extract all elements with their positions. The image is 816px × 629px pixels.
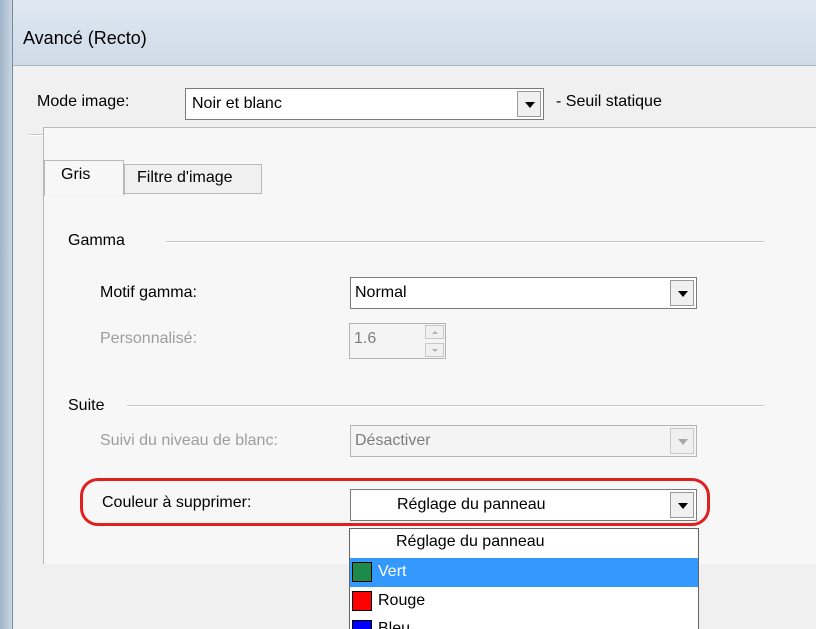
list-item[interactable]: Réglage du panneau	[350, 529, 698, 558]
gamma-pattern-dropdown-button[interactable]	[670, 280, 694, 306]
white-level-dropdown-button[interactable]	[670, 428, 694, 454]
tab-filtre-image[interactable]: Filtre d'image	[124, 164, 262, 194]
chevron-down-icon	[678, 439, 688, 445]
custom-gamma-spinner[interactable]: 1.6	[349, 323, 446, 359]
gamma-pattern-label: Motif gamma:	[100, 284, 197, 301]
gamma-section-label: Gamma	[68, 232, 125, 249]
suite-section-label: Suite	[68, 397, 105, 414]
arrow-up-icon	[432, 331, 438, 334]
list-item-label: Bleu	[378, 620, 411, 629]
color-swatch	[352, 562, 372, 582]
image-mode-label: Mode image:	[37, 93, 130, 110]
gamma-divider	[166, 241, 764, 243]
title-bar[interactable]: Avancé (Recto)	[13, 0, 816, 66]
color-swatch	[352, 591, 372, 611]
white-level-label: Suivi du niveau de blanc:	[100, 432, 278, 449]
chevron-down-icon	[525, 102, 535, 108]
arrow-down-icon	[432, 349, 438, 352]
highlight-ring	[80, 478, 710, 526]
list-item[interactable]: Vert	[350, 558, 698, 587]
tab-gris-label: Gris	[61, 166, 91, 183]
spinner-down-button[interactable]	[425, 343, 444, 357]
list-item[interactable]: Bleu	[350, 616, 698, 629]
spinner-up-button[interactable]	[425, 325, 444, 339]
dropout-color-list[interactable]: Réglage du panneau Vert Rouge Bleu	[349, 528, 699, 629]
tab-filtre-image-label: Filtre d'image	[137, 169, 233, 186]
list-item-label: Rouge	[378, 592, 426, 609]
white-level-value: Désactiver	[355, 432, 431, 449]
threshold-note: - Seuil statique	[556, 93, 662, 110]
image-mode-dropdown-button[interactable]	[517, 91, 541, 117]
image-mode-value: Noir et blanc	[192, 95, 282, 112]
custom-gamma-value: 1.6	[354, 330, 377, 347]
list-item[interactable]: Rouge	[350, 587, 698, 616]
custom-gamma-label: Personnalisé:	[100, 330, 197, 347]
gamma-pattern-value: Normal	[355, 284, 407, 301]
list-item-label: Vert	[378, 563, 407, 580]
tab-gris[interactable]: Gris	[44, 160, 124, 196]
white-level-combo[interactable]: Désactiver	[350, 425, 697, 457]
chevron-down-icon	[678, 291, 688, 297]
image-mode-combo[interactable]: Noir et blanc	[185, 88, 544, 120]
gamma-pattern-combo[interactable]: Normal	[350, 277, 697, 309]
color-swatch	[352, 620, 372, 629]
window-title: Avancé (Recto)	[23, 28, 147, 48]
list-item-label: Réglage du panneau	[396, 533, 545, 550]
suite-divider	[127, 405, 764, 407]
desktop-background	[0, 0, 12, 629]
